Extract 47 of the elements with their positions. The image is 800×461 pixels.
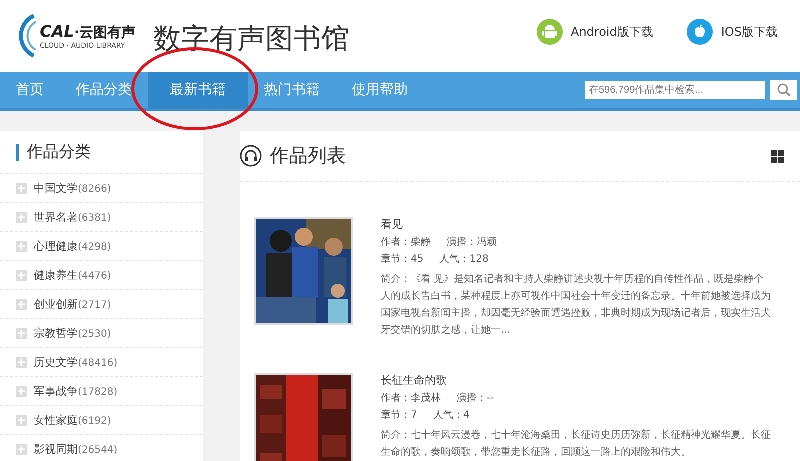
search-icon	[776, 83, 790, 97]
plus-icon	[16, 240, 27, 252]
chapters-text: 章节：45	[381, 252, 424, 266]
logo-mark: CAL	[40, 22, 74, 41]
plus-icon	[16, 444, 27, 454]
book-summary: 简介：七十年风云漫卷，七十年沧海桑田，长征诗史历历弥新，长征精神光耀华夏。长征生命的歌，奏响颂歌，带您重走长征路，回顾这一路上的艰险和伟大。	[381, 428, 771, 460]
popularity-text: 人气：128	[440, 253, 489, 266]
category-item[interactable]: 健康养生(4476)	[0, 261, 203, 290]
chapters-text: 章节：7	[381, 408, 418, 422]
category-item[interactable]: 女性家庭(6192)	[0, 406, 203, 435]
narrator-text: 演播：--	[457, 392, 494, 405]
book-summary: 简介：《看 见》是知名记者和主持人柴静讲述央视十年历程的自传性作品，既是柴静个人的成长告白书，某种程度上亦可视作中国社会十年变迁的备忘录。十年前她被选择成为国家电视台新闻主播，却因毫无经验而遭遇挫败，非典时期成为现场记者后，现实生活犬牙交错的切肤之感，让她一...	[381, 272, 771, 338]
plus-icon	[16, 356, 27, 368]
plus-icon	[16, 386, 27, 396]
plus-icon	[16, 328, 27, 338]
download-link[interactable]: Android版下载	[536, 19, 654, 45]
popularity-text: 人气：4	[433, 409, 470, 422]
book-title[interactable]: 看见	[381, 217, 771, 232]
narrator-text: 演播：冯颖	[447, 236, 497, 249]
apple-icon	[687, 19, 714, 45]
plus-icon	[16, 298, 27, 310]
category-item[interactable]: 宗教哲学(2530)	[0, 319, 203, 348]
category-item[interactable]: 影视同期(26544)	[0, 435, 203, 461]
android-icon	[536, 19, 563, 45]
list-title: 作品列表	[270, 144, 346, 169]
grid-view-icon[interactable]	[771, 150, 784, 162]
category-item[interactable]: 世界名著(6381)	[0, 203, 203, 232]
plus-icon	[16, 182, 27, 194]
category-item[interactable]: 历史文学(48416)	[0, 348, 203, 377]
author-text: 作者：柴静	[381, 236, 431, 249]
plus-icon	[16, 414, 27, 426]
download-link[interactable]: IOS版下载	[687, 19, 778, 45]
search-button[interactable]	[770, 80, 797, 100]
category-item[interactable]: 心理健康(4298)	[0, 232, 203, 261]
category-item[interactable]: 中国文学(8266)	[0, 174, 203, 203]
search-field[interactable]: 在596,799作品集中检索...	[585, 81, 765, 99]
headphones-icon	[240, 145, 262, 167]
category-item[interactable]: 创业创新(2717)	[0, 290, 203, 319]
accent-bar	[16, 144, 19, 160]
nav-tab[interactable]: 最新书籍	[148, 72, 248, 108]
panel-title: 作品分类	[27, 142, 91, 162]
category-item[interactable]: 军事战争(17828)	[0, 377, 203, 406]
author-text: 作者：李茂林	[381, 392, 441, 405]
plus-icon	[16, 212, 27, 222]
plus-icon	[16, 270, 27, 280]
logo-name: ·云图有声	[74, 25, 136, 41]
book-title[interactable]: 长征生命的歌	[381, 373, 771, 388]
